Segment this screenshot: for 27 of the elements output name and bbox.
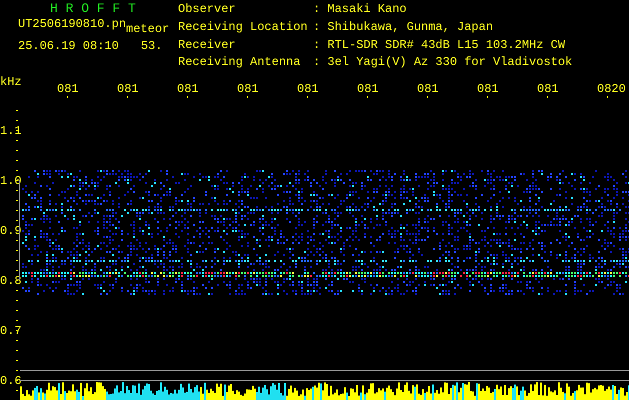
time-label: 081: [177, 82, 199, 96]
file-name: UT2506190810.pn: [18, 16, 126, 33]
time-label: 081: [537, 82, 559, 96]
time-label: 081: [117, 82, 139, 96]
time-label: 081: [297, 82, 319, 96]
time-label: 081: [237, 82, 259, 96]
info-label: Receiving Antenna: [178, 57, 302, 72]
frequency-label: 0.7: [0, 324, 22, 338]
value-text: 53.: [140, 38, 162, 55]
time-label: 081: [57, 82, 79, 96]
info-value: : RTL-SDR SDR# 43dB L15 103.2MHz CW: [313, 40, 566, 54]
app-title: H R O F F T: [49, 2, 137, 16]
date-time: 25.06.19 08:10: [18, 38, 119, 55]
info-value: : Masaki Kano: [313, 4, 408, 18]
info-value: : Shibukawa, Gunma, Japan: [313, 22, 494, 36]
info-label: Receiver: [178, 40, 237, 54]
frequency-label: 1.1: [0, 124, 22, 138]
time-label: 081: [357, 82, 379, 96]
file-type: meteor: [126, 21, 170, 38]
time-label: 081: [417, 82, 439, 96]
info-label: Observer: [178, 4, 237, 18]
info-value: : 3el Yagi(V) Az 330 for Vladivostok: [313, 57, 572, 72]
time-label: 0820: [597, 82, 626, 96]
time-label: 081: [477, 82, 499, 96]
info-label: Receiving Location: [178, 22, 309, 36]
unit-label: kHz: [0, 75, 22, 89]
frequency-label: 0.6: [0, 374, 22, 388]
